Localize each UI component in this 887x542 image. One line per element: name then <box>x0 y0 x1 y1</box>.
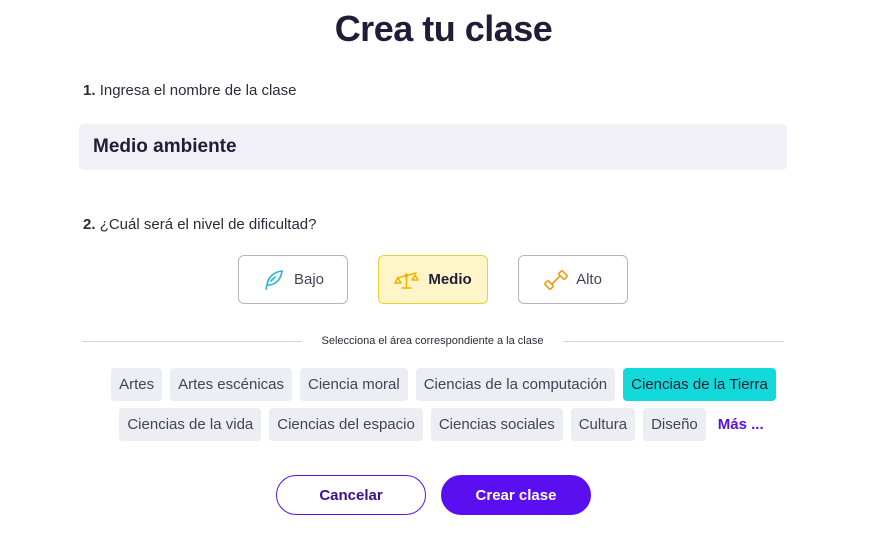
step-text: ¿Cuál será el nivel de dificultad? <box>99 216 317 233</box>
area-chip[interactable]: Artes escénicas <box>170 368 293 401</box>
class-name-label: 1. Ingresa el nombre de la clase <box>83 82 296 99</box>
divider-left <box>82 341 302 342</box>
balance-scale-icon <box>394 268 420 292</box>
difficulty-medium-button[interactable]: Medio <box>378 255 488 304</box>
difficulty-label-text: Medio <box>428 271 472 288</box>
area-chip[interactable]: Ciencias de la vida <box>119 408 262 441</box>
area-chip[interactable]: Ciencia moral <box>300 368 408 401</box>
area-chip[interactable]: Ciencias del espacio <box>269 408 423 441</box>
create-class-page: Crea tu clase 1. Ingresa el nombre de la… <box>0 0 887 542</box>
area-chip[interactable]: Ciencias de la computación <box>415 368 616 401</box>
difficulty-low-button[interactable]: Bajo <box>238 255 348 304</box>
difficulty-high-button[interactable]: Alto <box>518 255 628 304</box>
difficulty-label-text: Bajo <box>293 271 325 288</box>
area-chip-row: Ciencias de la vida Ciencias del espacio… <box>0 408 887 441</box>
area-chip-row: Artes Artes escénicas Ciencia moral Cien… <box>0 368 887 401</box>
step-text: Ingresa el nombre de la clase <box>99 82 297 99</box>
step-number: 1. <box>83 82 96 99</box>
feather-icon <box>262 268 286 292</box>
difficulty-label-text: Alto <box>576 271 602 288</box>
area-chip[interactable]: Artes <box>111 368 163 401</box>
cancel-button[interactable]: Cancelar <box>276 475 426 515</box>
area-chip-selected[interactable]: Ciencias de la Tierra <box>623 368 776 401</box>
page-title: Crea tu clase <box>334 8 553 49</box>
area-chip[interactable]: Ciencias sociales <box>430 408 563 441</box>
class-name-input[interactable] <box>79 124 787 170</box>
divider-right <box>563 341 784 342</box>
area-chip[interactable]: Cultura <box>570 408 636 441</box>
step-number: 2. <box>83 216 96 233</box>
area-divider-label: Selecciona el área correspondiente a la … <box>321 335 544 347</box>
area-chip[interactable]: Diseño <box>643 408 706 441</box>
difficulty-label: 2. ¿Cuál será el nivel de dificultad? <box>83 216 316 233</box>
create-class-button[interactable]: Crear clase <box>441 475 591 515</box>
more-areas-link[interactable]: Más ... <box>714 408 768 441</box>
dumbbell-icon <box>544 268 568 292</box>
